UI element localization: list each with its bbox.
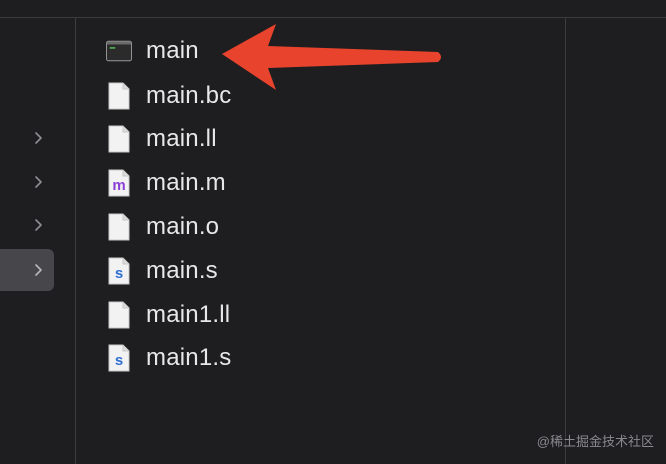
parent-row-4-selected[interactable] bbox=[0, 249, 54, 291]
file-name: main bbox=[146, 37, 199, 64]
red-arrow-annotation-icon bbox=[222, 24, 441, 90]
watermark: @稀土掘金技术社区 bbox=[536, 434, 654, 449]
preview-column bbox=[566, 18, 666, 464]
svg-text:s: s bbox=[115, 265, 123, 282]
file-row-main-bc[interactable]: main.bc bbox=[106, 76, 231, 116]
file-name: main.bc bbox=[146, 82, 232, 109]
blank-document-icon bbox=[106, 81, 132, 111]
svg-text:m: m bbox=[112, 177, 125, 194]
file-row-main-ll[interactable]: main.ll bbox=[106, 119, 217, 159]
file-name: main.s bbox=[146, 257, 218, 284]
finder-window: main main.bc main.ll m main.m main.o s m… bbox=[0, 0, 666, 464]
parent-row-1[interactable] bbox=[0, 117, 54, 159]
chevron-right-icon bbox=[35, 264, 42, 276]
objc-source-icon: m bbox=[106, 168, 132, 198]
file-name: main1.ll bbox=[146, 301, 231, 328]
file-name: main.ll bbox=[146, 125, 217, 152]
window-top-edge bbox=[0, 0, 666, 18]
svg-text:s: s bbox=[115, 352, 123, 369]
blank-document-icon bbox=[106, 212, 132, 242]
file-row-main[interactable]: main bbox=[106, 31, 199, 71]
assembly-source-icon: s bbox=[106, 343, 132, 373]
file-name: main.m bbox=[146, 169, 226, 196]
chevron-right-icon bbox=[35, 219, 42, 231]
file-row-main-s[interactable]: s main.s bbox=[106, 251, 218, 291]
blank-document-icon bbox=[106, 300, 132, 330]
file-row-main-m[interactable]: m main.m bbox=[106, 163, 226, 203]
file-row-main1-s[interactable]: s main1.s bbox=[106, 338, 231, 378]
parent-column bbox=[0, 18, 76, 464]
file-name: main1.s bbox=[146, 344, 232, 371]
chevron-right-icon bbox=[35, 132, 42, 144]
assembly-source-icon: s bbox=[106, 256, 132, 286]
file-row-main1-ll[interactable]: main1.ll bbox=[106, 295, 230, 335]
file-name: main.o bbox=[146, 213, 220, 240]
parent-row-3[interactable] bbox=[0, 204, 54, 246]
blank-document-icon bbox=[106, 124, 132, 154]
terminal-exec-icon bbox=[106, 36, 132, 66]
parent-row-2[interactable] bbox=[0, 161, 54, 203]
chevron-right-icon bbox=[35, 176, 42, 188]
file-row-main-o[interactable]: main.o bbox=[106, 207, 219, 247]
